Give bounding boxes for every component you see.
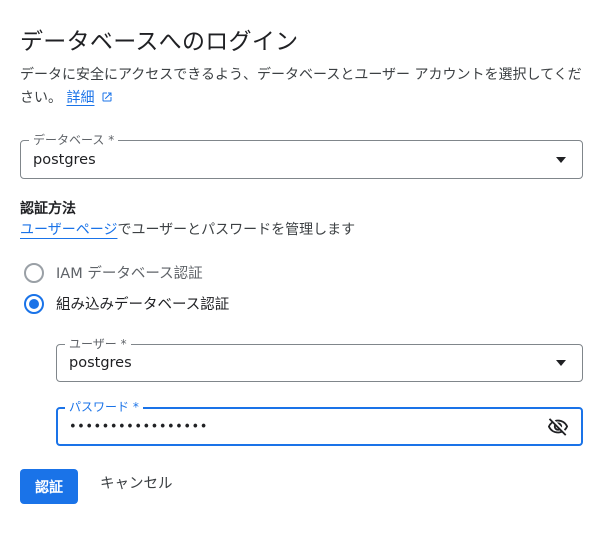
auth-method-title: 認証方法 [20,201,76,217]
password-field-value[interactable]: ••••••••••••••••• [69,419,208,434]
open-in-new-icon[interactable] [101,91,113,103]
dialog-description: データに安全にアクセスできるよう、データベースとユーザー アカウントを選択してく… [20,64,585,110]
radio-builtin-auth[interactable]: 組み込みデータベース認証 [24,293,229,314]
auth-method-description: ユーザーページでユーザーとパスワードを管理します [20,219,355,239]
radio-button-unchecked[interactable] [24,262,44,283]
radio-button-checked[interactable] [24,293,44,314]
database-select-value: postgres [33,151,96,168]
cancel-button[interactable]: キャンセル [93,469,180,495]
arrow-drop-down-icon [556,156,566,163]
user-select[interactable]: ユーザー * postgres [56,336,583,382]
database-select-label: データベース * [29,132,119,148]
details-link-label: 詳細 [66,90,95,106]
user-select-label: ユーザー * [65,336,131,352]
database-select[interactable]: データベース * postgres [20,132,583,179]
details-link[interactable]: 詳細 [66,90,94,106]
user-page-link[interactable]: ユーザーページ [20,222,117,238]
visibility-off-icon[interactable] [547,416,569,438]
radio-iam-auth[interactable]: IAM データベース認証 [24,262,203,283]
password-field[interactable]: パスワード * ••••••••••••••••• [56,399,583,446]
user-select-value: postgres [69,355,132,371]
page-title: データベースへのログイン [20,29,299,55]
radio-iam-auth-label: IAM データベース認証 [56,266,203,282]
auth-method-description-rest: でユーザーとパスワードを管理します [117,222,356,238]
radio-builtin-auth-label: 組み込みデータベース認証 [56,297,230,313]
arrow-drop-down-icon [556,360,566,366]
password-field-label: パスワード * [65,399,143,415]
authenticate-button[interactable]: 認証 [20,469,78,504]
